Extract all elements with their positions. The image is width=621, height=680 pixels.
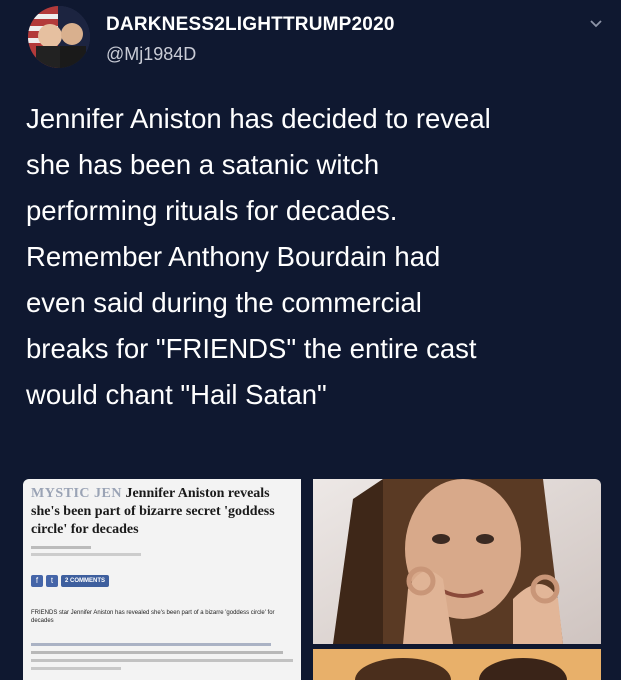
- article-headline: MYSTIC JEN Jennifer Aniston reveals she'…: [31, 485, 295, 539]
- tweet-line: Remember Anthony Bourdain had: [26, 241, 441, 272]
- tweet-line: breaks for "FRIENDS" the entire cast: [26, 333, 477, 364]
- tweet-header: DARKNESS2LIGHTTRUMP2020 @Mj1984D: [18, 6, 608, 76]
- tweet-line: she has been a satanic witch: [26, 149, 380, 180]
- avatar[interactable]: [28, 6, 90, 68]
- article-photo-strip: [313, 649, 601, 680]
- share-bar: f t 2 COMMENTS: [31, 575, 110, 587]
- user-handle[interactable]: @Mj1984D: [106, 44, 196, 65]
- article-photo[interactable]: [313, 479, 601, 644]
- display-name[interactable]: DARKNESS2LIGHTTRUMP2020: [106, 14, 395, 36]
- article-brand: MYSTIC JEN: [31, 486, 122, 501]
- article-byline: [31, 545, 231, 562]
- twitter-icon[interactable]: t: [46, 575, 58, 587]
- tweet-line: would chant "Hail Satan": [26, 379, 327, 410]
- article-caption: FRIENDS star Jennifer Aniston has reveal…: [31, 610, 275, 624]
- tweet-line: even said during the commercial: [26, 287, 422, 318]
- chevron-down-icon[interactable]: [586, 14, 606, 34]
- article-body: [31, 643, 299, 678]
- tweet-line: performing rituals for decades.: [26, 195, 398, 226]
- tweet-line: Jennifer Aniston has decided to reveal: [26, 103, 491, 134]
- comments-button[interactable]: 2 COMMENTS: [61, 575, 110, 587]
- facebook-icon[interactable]: f: [31, 575, 43, 587]
- article-screenshot[interactable]: MYSTIC JEN Jennifer Aniston reveals she'…: [23, 479, 301, 680]
- tweet-text: Jennifer Aniston has decided to reveal s…: [26, 96, 606, 418]
- tweet-media[interactable]: MYSTIC JEN Jennifer Aniston reveals she'…: [23, 479, 601, 680]
